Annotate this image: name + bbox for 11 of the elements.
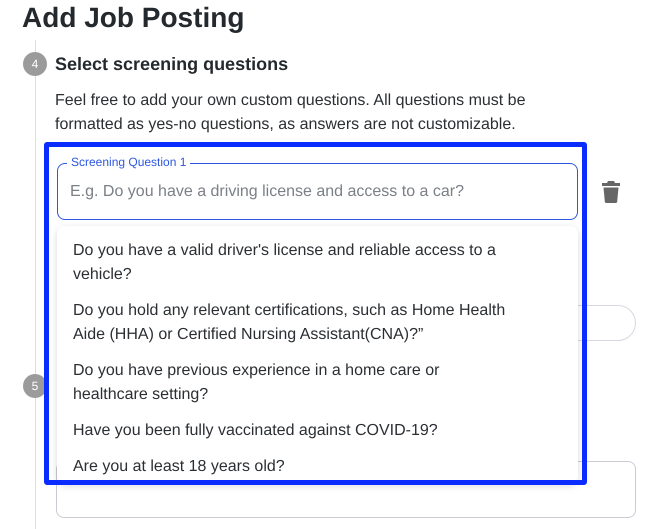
step-description: Feel free to add your own custom questions. All questions must be formatted as yes-no questions, as answers are not customizable. xyxy=(55,91,526,135)
suggestion-item[interactable]: Do you hold any relevant certifications, such as Home Health Aide (HHA) or Certified Nursing Assistant(CNA)?” xyxy=(57,293,578,353)
suggestion-item[interactable]: Are you at least 18 years old? xyxy=(57,449,578,484)
suggestion-item[interactable]: Have you been fully vaccinated against COVID-19? xyxy=(57,413,578,449)
page-title: Add Job Posting xyxy=(22,1,246,35)
trash-icon[interactable] xyxy=(601,180,621,202)
step-title: Select screening questions xyxy=(55,53,290,76)
suggestion-item[interactable]: Do you have previous experience in a home care or healthcare setting? xyxy=(57,353,578,413)
step-number: 4 xyxy=(23,52,47,76)
field-label: Screening Question 1 xyxy=(67,155,190,170)
suggestion-item[interactable]: Do you have a valid driver's license and reliable access to a vehicle? xyxy=(57,233,578,293)
